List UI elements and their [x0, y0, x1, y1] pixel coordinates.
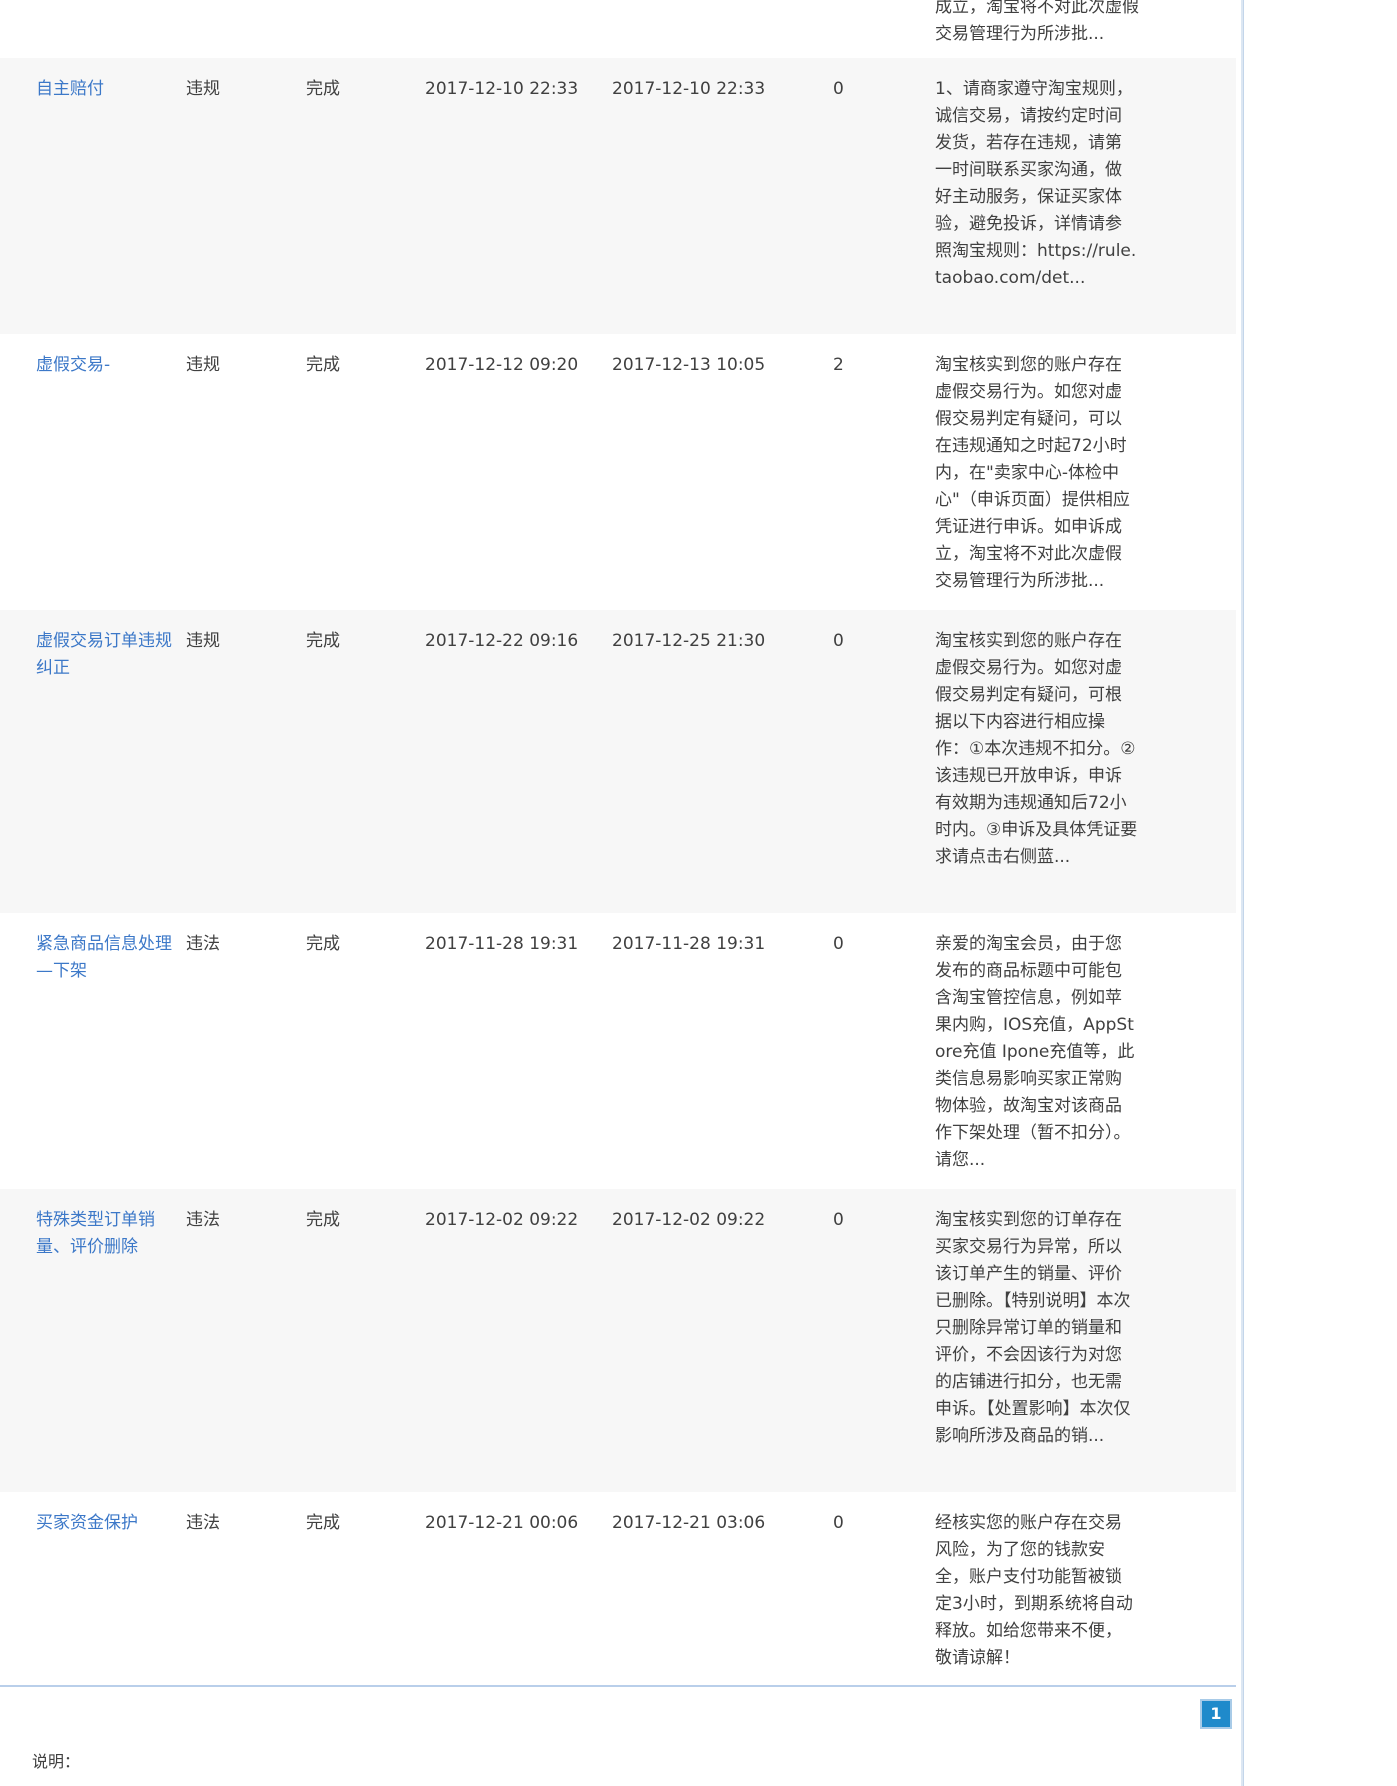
table-bottom-divider	[0, 1685, 1236, 1687]
violation-description: 淘宝核实到您的账户存在虚假交易行为。如您对虚假交易判定有疑问，可根据以下内容进行…	[935, 631, 1138, 867]
violation-name-link[interactable]: 特殊类型订单销量、评价删除	[36, 1207, 184, 1261]
violation-start-time: 2017-12-22 09:16	[425, 631, 579, 651]
violation-score: 0	[833, 1513, 844, 1533]
violation-status: 完成	[306, 355, 340, 375]
violation-end-time: 2017-12-02 09:22	[612, 1210, 766, 1230]
table-row: 紧急商品信息处理—下架 违法 完成 2017-11-28 19:31 2017-…	[0, 913, 1236, 1189]
violation-start-time: 2017-12-02 09:22	[425, 1210, 579, 1230]
violation-score: 0	[833, 934, 844, 954]
violation-start-time: 2017-12-21 00:06	[425, 1513, 579, 1533]
violation-start-time: 2017-12-10 22:33	[425, 79, 579, 99]
table-row: 虚假交易订单违规纠正 违规 完成 2017-12-22 09:16 2017-1…	[0, 610, 1236, 913]
violation-score: 0	[833, 631, 844, 651]
pagination-current-page[interactable]: 1	[1200, 1699, 1232, 1729]
violation-type: 违规	[186, 355, 220, 375]
violation-description: 淘宝核实到您的订单存在买家交易行为异常，所以该订单产生的销量、评价已删除。【特别…	[935, 1210, 1131, 1446]
notes-label: 说明：	[32, 1752, 81, 1771]
violation-name-link[interactable]: 自主赔付	[36, 76, 184, 103]
violation-status: 完成	[306, 934, 340, 954]
violation-score: 0	[833, 79, 844, 99]
violation-records-panel: 成立，淘宝将不对此次虚假交易管理行为所涉批... 自主赔付 违规 完成 2017…	[0, 0, 1236, 1786]
violation-description: 1、请商家遵守淘宝规则，诚信交易，请按约定时间发货，若存在违规，请第一时间联系买…	[935, 79, 1137, 288]
violation-score: 2	[833, 355, 844, 375]
violation-type: 违法	[186, 934, 220, 954]
violation-end-time: 2017-11-28 19:31	[612, 934, 766, 954]
violation-end-time: 2017-12-21 03:06	[612, 1513, 766, 1533]
violation-type: 违法	[186, 1210, 220, 1230]
panel-right-border-line	[1243, 0, 1244, 1786]
table-row: 虚假交易- 违规 完成 2017-12-12 09:20 2017-12-13 …	[0, 334, 1236, 610]
violation-name-link[interactable]: 紧急商品信息处理—下架	[36, 931, 184, 985]
table-row: 自主赔付 违规 完成 2017-12-10 22:33 2017-12-10 2…	[0, 58, 1236, 334]
violation-start-time: 2017-11-28 19:31	[425, 934, 579, 954]
violation-start-time: 2017-12-12 09:20	[425, 355, 579, 375]
violation-description: 淘宝核实到您的账户存在虚假交易行为。如您对虚假交易判定有疑问，可以在违规通知之时…	[935, 355, 1130, 591]
previous-row-description-fragment: 成立，淘宝将不对此次虚假交易管理行为所涉批...	[935, 0, 1139, 44]
violation-name-link[interactable]: 虚假交易-	[36, 352, 184, 379]
violation-end-time: 2017-12-10 22:33	[612, 79, 766, 99]
violation-name-link[interactable]: 买家资金保护	[36, 1510, 184, 1537]
violation-end-time: 2017-12-25 21:30	[612, 631, 766, 651]
violation-type: 违规	[186, 631, 220, 651]
violation-type: 违规	[186, 79, 220, 99]
violation-status: 完成	[306, 1210, 340, 1230]
violation-description: 亲爱的淘宝会员，由于您发布的商品标题中可能包含淘宝管控信息，例如苹果内购，IOS…	[935, 934, 1135, 1170]
violation-name-link[interactable]: 虚假交易订单违规纠正	[36, 628, 184, 682]
violation-status: 完成	[306, 631, 340, 651]
violation-status: 完成	[306, 79, 340, 99]
violation-description: 经核实您的账户存在交易风险，为了您的钱款安全，账户支付功能暂被锁定3小时，到期系…	[935, 1513, 1133, 1668]
violation-type: 违法	[186, 1513, 220, 1533]
table-row: 买家资金保护 违法 完成 2017-12-21 00:06 2017-12-21…	[0, 1492, 1236, 1685]
violation-end-time: 2017-12-13 10:05	[612, 355, 766, 375]
violation-status: 完成	[306, 1513, 340, 1533]
violation-score: 0	[833, 1210, 844, 1230]
table-row: 特殊类型订单销量、评价删除 违法 完成 2017-12-02 09:22 201…	[0, 1189, 1236, 1492]
